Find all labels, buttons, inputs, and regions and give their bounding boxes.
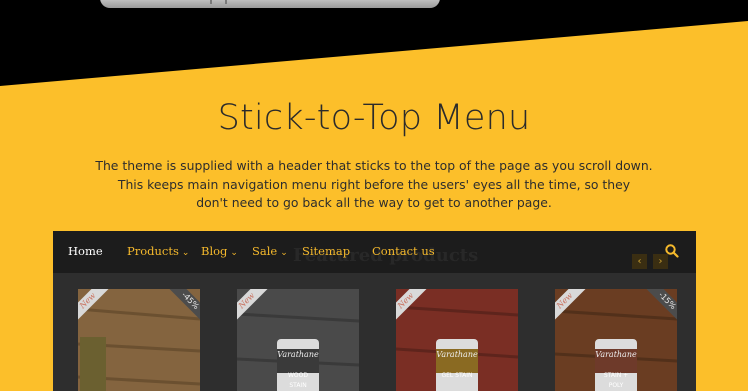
product-tag-image (80, 337, 106, 391)
can-label: Varathane WOOD STAIN (277, 349, 319, 389)
carousel-prev-button[interactable]: ‹ (632, 254, 647, 269)
can-label: Varathane STAIN + POLY (595, 349, 637, 389)
sticky-nav-bar: Featured products Home Products ⌄ Blog ⌄ S… (53, 231, 696, 273)
nav-sitemap-label: Sitemap (302, 244, 351, 258)
product-card[interactable]: New -45% (78, 289, 200, 391)
chevron-down-icon: ⌄ (181, 248, 190, 258)
product-card[interactable]: Varathane WOOD STAIN New (237, 289, 359, 391)
nav-contact-us[interactable]: Contact us (372, 244, 435, 258)
nav-blog[interactable]: Blog ⌄ (201, 244, 238, 258)
nav-blog-label: Blog (201, 244, 228, 258)
description-line: This keeps main navigation menu right be… (117, 176, 631, 192)
stain-can-image: Varathane GEL STAIN (436, 339, 478, 391)
nav-products[interactable]: Products ⌄ (127, 244, 189, 258)
product-card[interactable]: Varathane GEL STAIN New (396, 289, 518, 391)
nav-sale-label: Sale (252, 244, 278, 258)
stain-can-image: Varathane STAIN + POLY (595, 339, 637, 391)
nav-products-label: Products (127, 244, 179, 258)
stain-can-image: Varathane WOOD STAIN (277, 339, 319, 391)
carousel-arrows: ‹ › (626, 249, 668, 269)
dark-diagonal-band (0, 0, 748, 86)
search-icon[interactable] (664, 243, 680, 259)
nav-contact-label: Contact us (372, 244, 435, 258)
product-card[interactable]: Varathane STAIN + POLY New -15% (555, 289, 677, 391)
section-description: The theme is supplied with a header that… (70, 157, 678, 213)
nav-sitemap[interactable]: Sitemap (302, 244, 350, 258)
section-title: Stick-to-Top Menu (217, 98, 531, 138)
laptop-bottom-edge (100, 0, 440, 8)
nav-sale[interactable]: Sale ⌄ (252, 244, 288, 258)
description-line: don't need to go back all the way to get… (196, 195, 552, 210)
chevron-down-icon: ⌄ (230, 248, 238, 258)
theme-preview-screenshot: New -45% Varathane WOOD STAIN New Varath… (53, 231, 696, 391)
nav-home-label: Home (68, 244, 103, 258)
can-label: Varathane GEL STAIN (436, 349, 478, 379)
nav-home[interactable]: Home (68, 244, 103, 258)
products-area: New -45% Varathane WOOD STAIN New Varath… (53, 273, 696, 391)
chevron-down-icon: ⌄ (280, 248, 288, 258)
description-line: The theme is supplied with a header that… (95, 158, 653, 173)
